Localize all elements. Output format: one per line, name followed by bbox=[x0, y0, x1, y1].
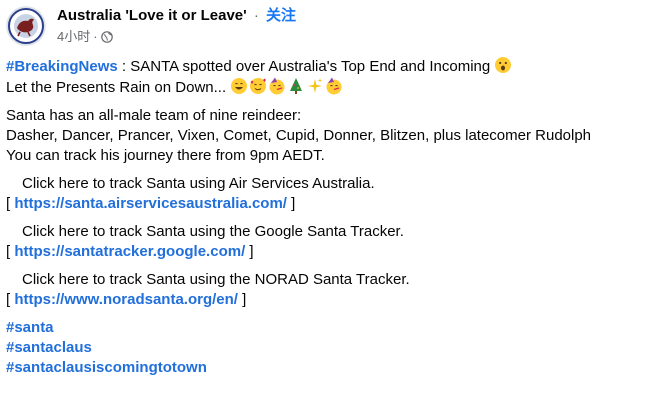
smiling-face-with-hearts-emoji bbox=[249, 77, 267, 95]
reindeer-block: Santa has an all-male team of nine reind… bbox=[6, 106, 646, 166]
reindeer-names: Dasher, Dancer, Prancer, Vixen, Comet, C… bbox=[6, 127, 592, 144]
tracker-label: Click here to track Santa using Air Serv… bbox=[22, 175, 375, 192]
partying-face-emoji bbox=[268, 77, 286, 95]
tracker-link-google[interactable]: https://santatracker.google.com/ bbox=[14, 243, 245, 260]
post-header: Australia 'Love it or Leave' · 关注 bbox=[57, 7, 296, 25]
tracker-item: Click here to track Santa using Air Serv… bbox=[6, 174, 646, 214]
facebook-post: Australia 'Love it or Leave' · 关注 4小时 · … bbox=[0, 0, 650, 404]
tracker-item: Click here to track Santa using the Goog… bbox=[6, 222, 646, 262]
page-name-link[interactable]: Australia 'Love it or Leave' bbox=[57, 7, 247, 24]
follow-button[interactable]: 关注 bbox=[266, 7, 296, 24]
page-avatar[interactable] bbox=[6, 6, 46, 46]
post-body: #BreakingNews : SANTA spotted over Austr… bbox=[6, 56, 646, 378]
meta-separator: · bbox=[93, 29, 98, 44]
tracker-link-airservices[interactable]: https://santa.airservicesaustralia.com/ bbox=[14, 195, 287, 212]
tracker-label: Click here to track Santa using the Goog… bbox=[22, 223, 404, 240]
hashtag-list: #santa #santaclaus #santaclausiscomingto… bbox=[6, 318, 646, 378]
presents-text: Let the Presents Rain on Down... bbox=[6, 79, 231, 96]
grinning-face-emoji bbox=[230, 77, 248, 95]
christmas-tree-emoji bbox=[287, 77, 305, 95]
breaking-line: #BreakingNews : SANTA spotted over Austr… bbox=[6, 56, 646, 77]
hashtag-santaclausiscomingtotown[interactable]: #santaclausiscomingtotown bbox=[6, 359, 207, 376]
hashtag-santa[interactable]: #santa bbox=[6, 319, 54, 336]
bracket-close: ] bbox=[245, 243, 254, 260]
sparkles-emoji bbox=[306, 77, 324, 95]
hashtag-santaclaus[interactable]: #santaclaus bbox=[6, 339, 92, 356]
tracker-link-norad[interactable]: https://www.noradsanta.org/en/ bbox=[14, 291, 238, 308]
header-separator: · bbox=[253, 7, 259, 24]
tracker-label: Click here to track Santa using the NORA… bbox=[22, 271, 410, 288]
tracker-item: Click here to track Santa using the NORA… bbox=[6, 270, 646, 310]
post-timestamp[interactable]: 4小时 bbox=[57, 29, 90, 45]
bracket-close: ] bbox=[286, 195, 296, 212]
breaking-text: : SANTA spotted over Australia's Top End… bbox=[117, 58, 495, 75]
globe-icon[interactable] bbox=[100, 31, 113, 43]
reindeer-intro: Santa has an all-male team of nine reind… bbox=[6, 107, 302, 124]
hashtag-breakingnews[interactable]: #BreakingNews bbox=[6, 58, 118, 75]
presents-line: Let the Presents Rain on Down... bbox=[6, 77, 646, 98]
track-time-text: You can track his journey there from 9pm… bbox=[6, 147, 325, 164]
astonished-face-emoji bbox=[494, 56, 512, 74]
post-meta: 4小时 · bbox=[57, 29, 113, 45]
bracket-close: ] bbox=[237, 291, 247, 308]
partying-face-emoji bbox=[325, 77, 343, 95]
